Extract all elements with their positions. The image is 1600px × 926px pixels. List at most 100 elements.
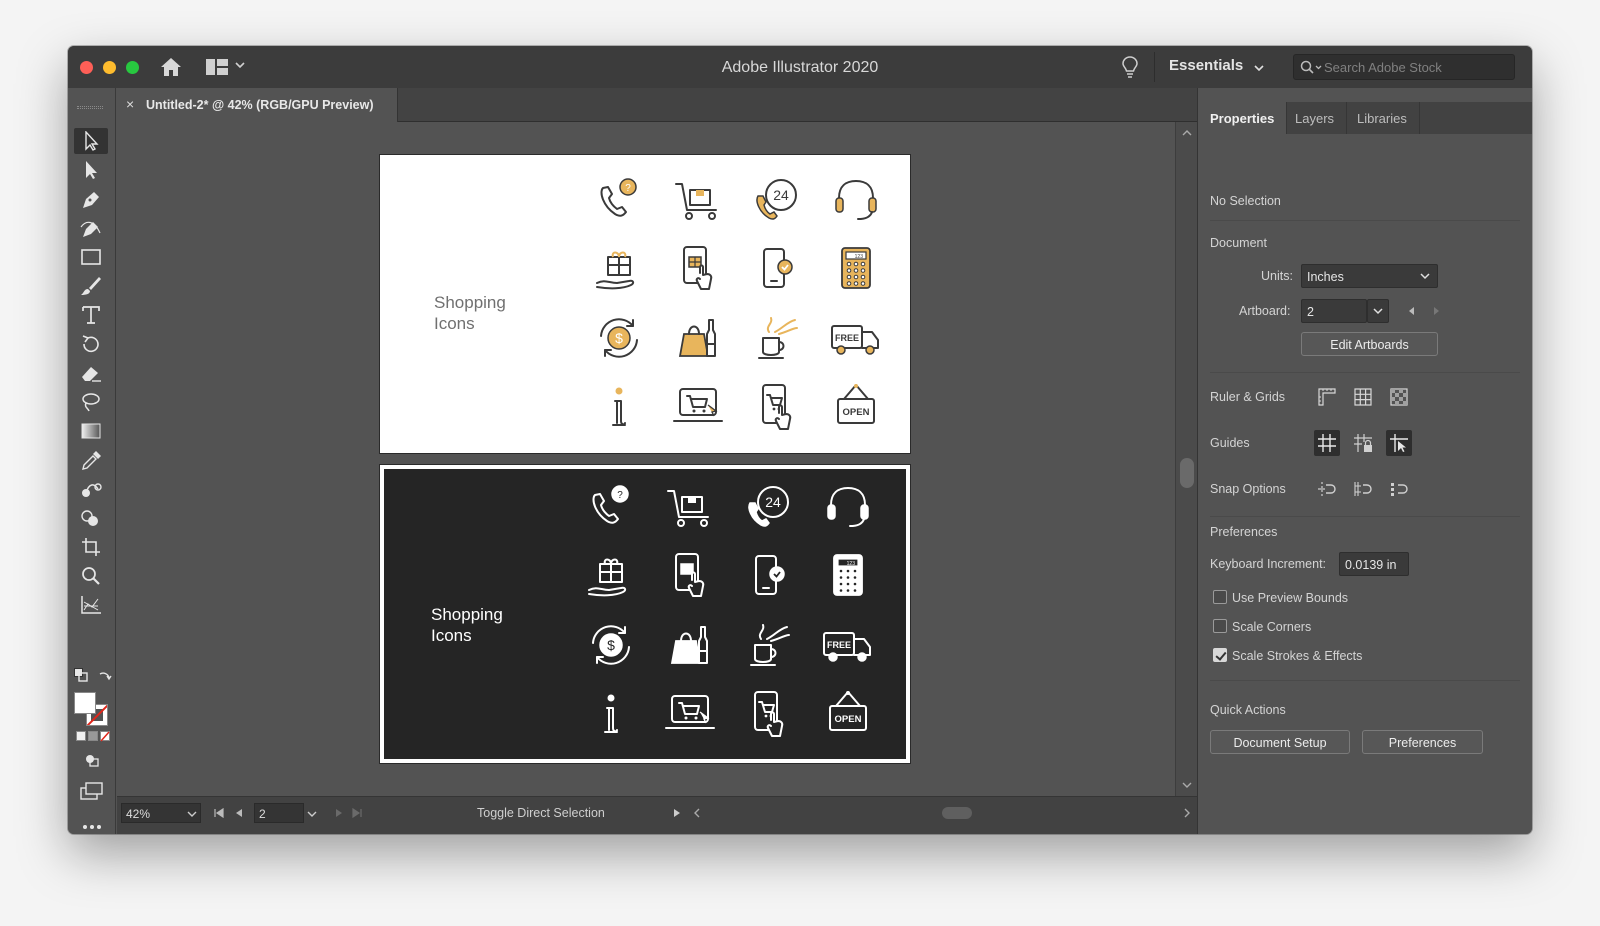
edit-toolbar-icon[interactable] (82, 824, 102, 830)
chevron-down-icon[interactable] (1253, 62, 1265, 74)
horizontal-scrollbar[interactable] (692, 805, 1192, 821)
chevron-down-icon[interactable] (307, 809, 317, 819)
lightbulb-icon[interactable] (1122, 56, 1138, 78)
home-icon[interactable] (160, 57, 182, 77)
gradient-tool[interactable] (74, 418, 108, 444)
next-artboard-icon[interactable] (334, 808, 344, 818)
close-window-button[interactable] (80, 61, 93, 74)
info-icon[interactable] (591, 381, 647, 433)
chevron-down-icon[interactable] (1181, 780, 1193, 790)
next-artboard-icon[interactable] (1430, 305, 1442, 317)
chevron-up-icon[interactable] (1181, 128, 1193, 138)
dollar-refresh-icon[interactable]: $ (591, 312, 647, 364)
fill-swatch[interactable] (74, 692, 96, 714)
shape-builder-tool[interactable] (74, 505, 108, 531)
show-guides-button[interactable] (1314, 430, 1340, 456)
dollar-refresh-icon[interactable]: $ (583, 619, 639, 671)
fill-stroke-swatches[interactable] (74, 692, 112, 726)
direct-selection-tool[interactable] (74, 157, 108, 183)
artboard-number-field[interactable]: 2 (254, 803, 304, 823)
tab-layers[interactable]: Layers (1283, 102, 1348, 134)
blend-tool[interactable] (74, 476, 108, 502)
shopping-bag-bottle-icon[interactable] (670, 312, 726, 364)
calculator-icon[interactable]: 123 (820, 550, 876, 602)
eraser-tool[interactable] (74, 360, 108, 386)
arrange-documents-icon[interactable] (206, 59, 228, 75)
gift-hand-icon[interactable] (591, 243, 647, 295)
lock-guides-button[interactable] (1350, 430, 1376, 456)
rotate-tool[interactable] (74, 331, 108, 357)
status-menu-arrow-icon[interactable] (672, 808, 682, 818)
document-setup-button[interactable]: Document Setup (1210, 730, 1350, 754)
tablet-gift-touch-icon[interactable] (670, 243, 726, 295)
selection-tool[interactable] (74, 128, 108, 154)
artboard-light[interactable]: Shopping Icons ? 24 123 $ FREE OPEN (379, 154, 911, 454)
document-tab[interactable]: × Untitled-2* @ 42% (RGB/GPU Preview) (117, 88, 398, 122)
edit-artboards-button[interactable]: Edit Artboards (1301, 332, 1438, 356)
chevron-right-icon[interactable] (1182, 808, 1192, 818)
scale-corners-checkbox[interactable] (1213, 619, 1227, 633)
lasso-tool[interactable] (74, 389, 108, 415)
phone-24h-icon[interactable]: 24 (741, 481, 797, 533)
keyboard-increment-field[interactable]: 0.0139 in (1339, 552, 1409, 576)
snap-to-pixel-button[interactable] (1386, 476, 1412, 502)
artboard-dark[interactable]: Shopping Icons ? 24 123 $ FREE OPEN (379, 464, 911, 764)
open-sign-icon[interactable]: OPEN (828, 381, 884, 433)
search-input[interactable] (1324, 57, 1510, 77)
canvas[interactable]: Shopping Icons ? 24 123 $ FREE OPEN Shopping … (117, 122, 1175, 796)
phone-question-icon[interactable]: ? (591, 174, 647, 226)
tablet-gift-touch-icon[interactable] (662, 550, 718, 602)
chevron-down-icon[interactable] (187, 809, 197, 819)
scroll-thumb[interactable] (942, 807, 972, 819)
chevron-down-icon[interactable] (234, 59, 246, 71)
snap-to-point-button[interactable] (1314, 476, 1340, 502)
toolbar-grip[interactable] (77, 106, 103, 109)
laptop-cart-icon[interactable] (670, 381, 726, 433)
use-preview-bounds-checkbox[interactable] (1213, 590, 1227, 604)
artboard-tool[interactable] (74, 534, 108, 560)
rulers-button[interactable] (1314, 384, 1340, 410)
chevron-left-icon[interactable] (692, 808, 702, 818)
coffee-cup-icon[interactable] (741, 619, 797, 671)
free-delivery-truck-icon[interactable]: FREE (828, 312, 884, 364)
units-dropdown[interactable]: Inches (1301, 264, 1438, 288)
rectangle-tool[interactable] (74, 244, 108, 270)
eyedropper-tool[interactable] (74, 447, 108, 473)
open-sign-icon[interactable]: OPEN (820, 688, 876, 740)
phone-question-icon[interactable]: ? (583, 481, 639, 533)
mobile-check-icon[interactable] (741, 550, 797, 602)
minimize-window-button[interactable] (103, 61, 116, 74)
free-delivery-truck-icon[interactable]: FREE (820, 619, 876, 671)
status-text[interactable]: Toggle Direct Selection (477, 806, 605, 820)
mobile-check-icon[interactable] (749, 243, 805, 295)
previous-artboard-icon[interactable] (1406, 305, 1418, 317)
previous-artboard-icon[interactable] (234, 808, 244, 818)
first-artboard-icon[interactable] (214, 808, 224, 818)
artboard-field[interactable]: 2 (1301, 299, 1367, 323)
shopping-cart-box-icon[interactable] (662, 481, 718, 533)
drawing-mode-icon[interactable] (82, 752, 102, 768)
vertical-scrollbar[interactable] (1175, 122, 1197, 796)
pen-tool[interactable] (74, 186, 108, 212)
calculator-icon[interactable]: 123 (828, 243, 884, 295)
grid-button[interactable] (1350, 384, 1376, 410)
scale-strokes-effects-checkbox[interactable] (1213, 648, 1227, 662)
headset-icon[interactable] (828, 174, 884, 226)
swap-colors-icon[interactable] (98, 668, 112, 682)
graph-tool[interactable] (74, 592, 108, 618)
mobile-cart-touch-icon[interactable] (749, 381, 805, 433)
curvature-tool[interactable] (74, 215, 108, 241)
coffee-cup-icon[interactable] (749, 312, 805, 364)
preferences-button[interactable]: Preferences (1362, 730, 1483, 754)
tab-properties[interactable]: Properties (1198, 102, 1288, 134)
gift-hand-icon[interactable] (583, 550, 639, 602)
laptop-cart-icon[interactable] (662, 688, 718, 740)
zoom-tool[interactable] (74, 563, 108, 589)
type-tool[interactable] (74, 302, 108, 328)
snap-to-grid-button[interactable] (1350, 476, 1376, 502)
info-icon[interactable] (583, 688, 639, 740)
phone-24h-icon[interactable]: 24 (749, 174, 805, 226)
artboard-dropdown[interactable] (1367, 299, 1389, 323)
shopping-cart-box-icon[interactable] (670, 174, 726, 226)
close-tab-icon[interactable]: × (126, 97, 138, 111)
